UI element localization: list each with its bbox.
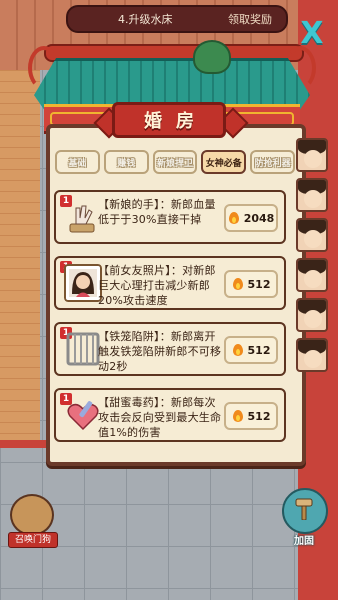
price-value: 2048 [243, 211, 275, 225]
quest-text: 4.升级水床 [118, 13, 173, 26]
quest-bar: 4.升级水床 领取奖励 [66, 5, 288, 33]
cage-icon [64, 330, 102, 368]
shop-item: 1 【前女友照片】：对新郎巨大心理打击减少新郎20%攻击速度 512 [54, 256, 286, 310]
plant-icon [193, 40, 231, 74]
avatar[interactable] [296, 138, 328, 172]
dog-icon [10, 494, 54, 536]
panel-title: 婚房 [112, 102, 226, 138]
shop-item: 1 【甜蜜毒药】：新郎每次攻击会反向受到最大生命值1%的伤害 512 [54, 388, 286, 442]
item-description: 【甜蜜毒药】：新郎每次攻击会反向受到最大生命值1%的伤害 [98, 396, 222, 439]
item-description: 【前女友照片】：对新郎巨大心理打击减少新郎20%攻击速度 [98, 264, 216, 307]
tab-anti-rob[interactable]: 防抢利器 [250, 150, 295, 174]
price-value: 512 [247, 409, 271, 423]
heart-potion-icon [64, 396, 102, 434]
category-tabs: 基础 赚钱 新娘捍卫 女神必备 防抢利器 [55, 150, 295, 174]
photo-icon [64, 264, 102, 302]
fire-icon [232, 277, 244, 291]
tab-bride-defense[interactable]: 新娘捍卫 [152, 150, 198, 174]
tab-goddess-essentials[interactable]: 女神必备 [201, 150, 247, 174]
avatar[interactable] [296, 338, 328, 372]
item-description: 【铁笼陷阱】：新郎离开触发铁笼陷阱新郎不可移动2秒 [98, 330, 222, 373]
buy-button[interactable]: 512 [224, 270, 278, 298]
price-value: 512 [247, 343, 271, 357]
avatar[interactable] [296, 178, 328, 212]
avatar[interactable] [296, 258, 328, 292]
reinforce-button[interactable]: 加固 [280, 488, 328, 548]
summon-dog-button[interactable]: 召唤门狗 [8, 494, 58, 548]
reinforce-label: 加固 [294, 536, 314, 547]
hammer-icon [295, 498, 313, 520]
fire-icon [232, 343, 244, 357]
shop-item: 1 【新娘的手】：新郎血量低于于30%直接干掉 2048 [54, 190, 286, 244]
shop-item: 1 【铁笼陷阱】：新郎离开触发铁笼陷阱新郎不可移动2秒 512 [54, 322, 286, 376]
fire-icon [228, 211, 240, 225]
fire-icon [232, 409, 244, 423]
buy-button[interactable]: 512 [224, 402, 278, 430]
claim-reward-button[interactable]: 领取奖励 [228, 11, 272, 27]
hand-icon [64, 198, 102, 236]
price-value: 512 [247, 277, 271, 291]
buy-button[interactable]: 2048 [224, 204, 278, 232]
summon-dog-label: 召唤门狗 [8, 532, 58, 548]
avatar[interactable] [296, 218, 328, 252]
item-description: 【新娘的手】：新郎血量低于于30%直接干掉 [98, 198, 216, 226]
tab-earn[interactable]: 赚钱 [103, 150, 149, 174]
buy-button[interactable]: 512 [224, 336, 278, 364]
guest-list [296, 138, 330, 378]
tab-basic[interactable]: 基础 [55, 150, 100, 174]
avatar[interactable] [296, 298, 328, 332]
